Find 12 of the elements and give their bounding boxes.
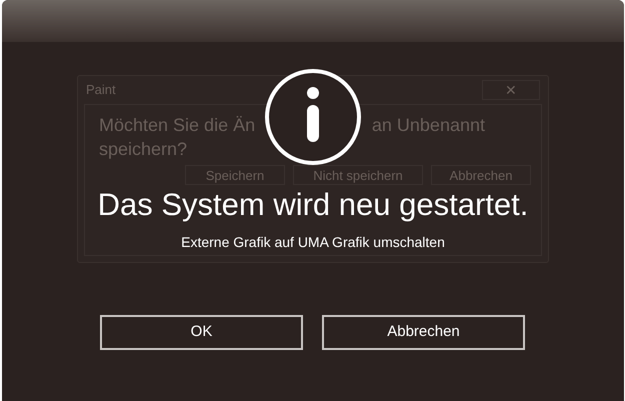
window-title: Paint — [86, 81, 116, 100]
dialog-button[interactable]: OK — [100, 315, 303, 350]
dialog-button[interactable]: Abbrechen — [431, 165, 531, 185]
dialog-message: Möchten Sie die Än — [99, 114, 256, 137]
dialog-subtitle: Externe Grafik auf UMA Grafik umschalten — [181, 233, 445, 252]
close-button[interactable]: ✕ — [482, 80, 540, 100]
dialog-button[interactable]: Abbrechen — [322, 315, 525, 350]
dialog-button[interactable]: Nicht speichern — [293, 165, 423, 185]
dialog-message: an Unbenannt — [372, 114, 485, 137]
dialog-message: speichern? — [98, 138, 188, 161]
dialog-title: Das System wird neu gestartet. — [98, 188, 528, 222]
dialog-button[interactable]: Speichern — [185, 165, 285, 185]
